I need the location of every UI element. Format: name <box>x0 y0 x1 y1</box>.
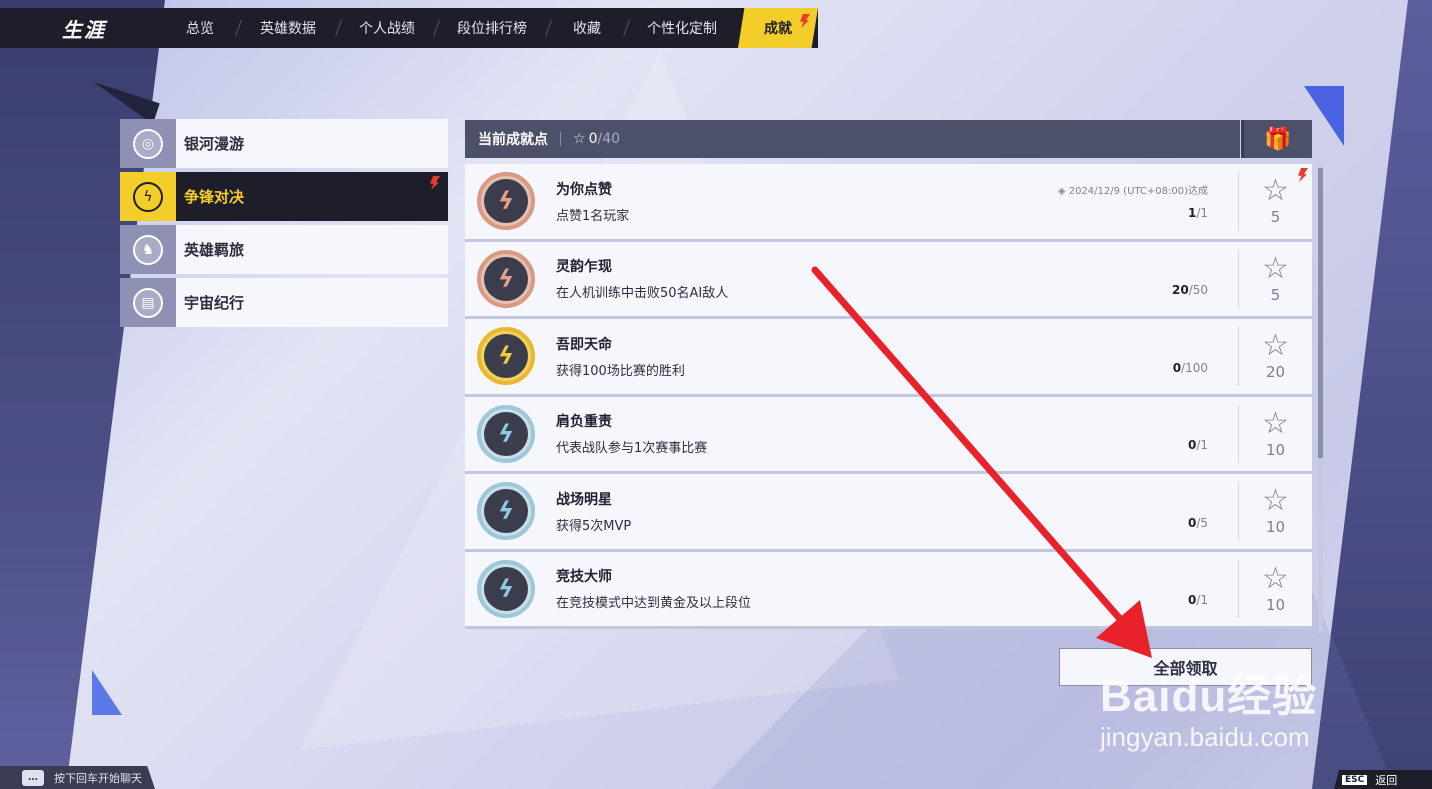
achievement-row: ϟ 灵韵乍现 在人机训练中击败50名AI敌人 20/50 ☆ 5 <box>465 241 1312 319</box>
star-icon: ☆ <box>1262 328 1289 364</box>
watermark-url: jingyan.baidu.com <box>1100 722 1310 752</box>
watermark-brand: Baidu经验 <box>1100 672 1318 721</box>
reward-points: 10 <box>1265 518 1286 537</box>
galaxy-icon: ◎ <box>133 128 163 159</box>
achievement-medal-icon: ϟ <box>477 172 535 231</box>
list-scroll-thumb[interactable] <box>1318 168 1323 458</box>
category-label: 英雄羁旅 <box>184 241 245 259</box>
watermark: Baidu经验 jingyan.baidu.com <box>1100 660 1317 753</box>
reward-gift-button[interactable]: 🎁 <box>1241 120 1312 158</box>
achievement-desc: 获得100场比赛的胜利 <box>556 363 685 379</box>
achievement-reward-button[interactable]: ☆ 10 <box>1238 559 1312 618</box>
reward-points: 5 <box>1270 285 1281 304</box>
achievement-reward-button[interactable]: ☆ 10 <box>1238 482 1312 541</box>
gift-icon: 🎁 <box>1264 126 1292 152</box>
back-button[interactable]: ESC 返回 <box>1334 770 1432 789</box>
star-icon: ☆ <box>1262 250 1289 286</box>
chat-hint-text: 按下回车开始聊天 <box>54 771 142 785</box>
achievement-progress: 0/5 <box>1187 515 1208 530</box>
category-label: 争锋对决 <box>184 188 245 206</box>
back-label: 返回 <box>1375 773 1398 787</box>
star-icon: ☆ <box>1262 173 1289 209</box>
star-icon: ☆ <box>1262 405 1289 441</box>
top-nav-bar: 生涯 总览 英雄数据 个人战绩 段位排行榜 收藏 个性化定制 成就 <box>0 8 818 48</box>
points-current: 0 <box>588 131 598 147</box>
alert-badge-icon <box>1298 168 1308 182</box>
reward-points: 10 <box>1265 595 1286 614</box>
category-label: 宇宙纪行 <box>184 294 245 312</box>
achievement-progress: 0/100 <box>1172 360 1208 375</box>
achievement-desc: 获得5次MVP <box>556 518 632 534</box>
category-menu: ◎ 银河漫游 ϟ 争锋对决 ♞ 英雄羁旅 ▤ 宇宙纪行 <box>120 119 448 331</box>
achievement-desc: 在人机训练中击败50名AI敌人 <box>556 286 729 302</box>
category-cosmic-chronicle[interactable]: ▤ 宇宙纪行 <box>120 278 448 327</box>
points-total: /40 <box>597 131 621 147</box>
achievement-reward-button[interactable]: ☆ 5 <box>1238 168 1312 231</box>
achievement-date: ◈ 2024/12/9 (UTC+08:00)达成 <box>1057 186 1208 197</box>
achievement-row: ϟ 战场明星 获得5次MVP 0/5 ☆ 10 <box>465 474 1312 552</box>
achievement-desc: 点赞1名玩家 <box>556 208 630 224</box>
achievement-name: 肩负重责 <box>556 414 612 431</box>
achievement-name: 战场明星 <box>556 491 612 508</box>
alert-badge-icon <box>430 176 440 190</box>
category-galaxy-roam[interactable]: ◎ 银河漫游 <box>120 119 448 168</box>
achievement-row: ϟ 为你点赞 点赞1名玩家 ◈ 2024/12/9 (UTC+08:00)达成 … <box>465 164 1312 242</box>
chat-hint-bar[interactable]: … 按下回车开始聊天 <box>0 766 155 789</box>
tab-hero-data[interactable]: 英雄数据 <box>238 8 338 48</box>
achievement-progress: 20/50 <box>1171 283 1208 297</box>
points-title: 当前成就点 <box>478 132 548 148</box>
achievement-reward-button[interactable]: ☆ 10 <box>1238 404 1312 463</box>
achievement-name: 竞技大师 <box>556 569 612 586</box>
tab-overview[interactable]: 总览 <box>162 8 238 48</box>
achievement-name: 为你点赞 <box>556 181 612 198</box>
tab-personal-record[interactable]: 个人战绩 <box>338 8 436 48</box>
hero-icon: ♞ <box>133 234 163 265</box>
achievement-row: ϟ 吾即天命 获得100场比赛的胜利 0/100 ☆ 20 <box>465 319 1312 397</box>
page-title: 生涯 <box>62 17 106 42</box>
reward-points: 5 <box>1270 208 1281 227</box>
achievement-medal-icon: ϟ <box>477 249 535 308</box>
tab-customization[interactable]: 个性化定制 <box>626 8 738 48</box>
star-icon: ☆ <box>1262 560 1289 596</box>
book-icon: ▤ <box>133 287 163 318</box>
achievement-reward-button[interactable]: ☆ 20 <box>1238 327 1312 386</box>
esc-key-label: ESC <box>1342 774 1368 785</box>
achievement-row: ϟ 竞技大师 在竞技模式中达到黄金及以上段位 0/1 ☆ 10 <box>465 551 1312 629</box>
category-versus[interactable]: ϟ 争锋对决 <box>120 172 448 221</box>
achievement-reward-button[interactable]: ☆ 5 <box>1238 249 1312 308</box>
achievement-desc: 在竞技模式中达到黄金及以上段位 <box>556 596 752 612</box>
achievement-list: ϟ 为你点赞 点赞1名玩家 ◈ 2024/12/9 (UTC+08:00)达成 … <box>465 164 1312 634</box>
achievement-name: 吾即天命 <box>556 336 612 353</box>
achievement-name: 灵韵乍现 <box>556 259 612 276</box>
star-icon: ☆ <box>573 131 586 147</box>
chat-bubble-icon: … <box>22 769 44 786</box>
achievement-row: ϟ 肩负重责 代表战队参与1次赛事比赛 0/1 ☆ 10 <box>465 396 1312 474</box>
achievement-desc: 代表战队参与1次赛事比赛 <box>556 441 708 457</box>
achievement-medal-icon: ϟ <box>477 482 535 541</box>
achievement-points-header: 当前成就点 ☆ 0 /40 <box>465 120 1240 158</box>
achievement-medal-icon: ϟ <box>477 559 535 618</box>
reward-points: 10 <box>1265 440 1286 459</box>
achievement-medal-icon: ϟ <box>477 327 535 386</box>
achievement-progress: 0/1 <box>1187 593 1208 607</box>
achievement-progress: 1/1 <box>1187 205 1208 220</box>
star-icon: ☆ <box>1262 483 1289 519</box>
achievement-medal-icon: ϟ <box>477 404 535 463</box>
alert-badge-icon <box>800 14 810 28</box>
tab-achievements[interactable]: 成就 <box>738 8 818 48</box>
tab-collection[interactable]: 收藏 <box>548 8 626 48</box>
achievement-progress: 0/1 <box>1187 438 1208 452</box>
tab-rank-leaderboard[interactable]: 段位排行榜 <box>436 8 548 48</box>
category-label: 银河漫游 <box>184 135 245 153</box>
reward-points: 20 <box>1265 363 1286 382</box>
versus-icon: ϟ <box>133 181 163 212</box>
category-hero-journey[interactable]: ♞ 英雄羁旅 <box>120 225 448 274</box>
